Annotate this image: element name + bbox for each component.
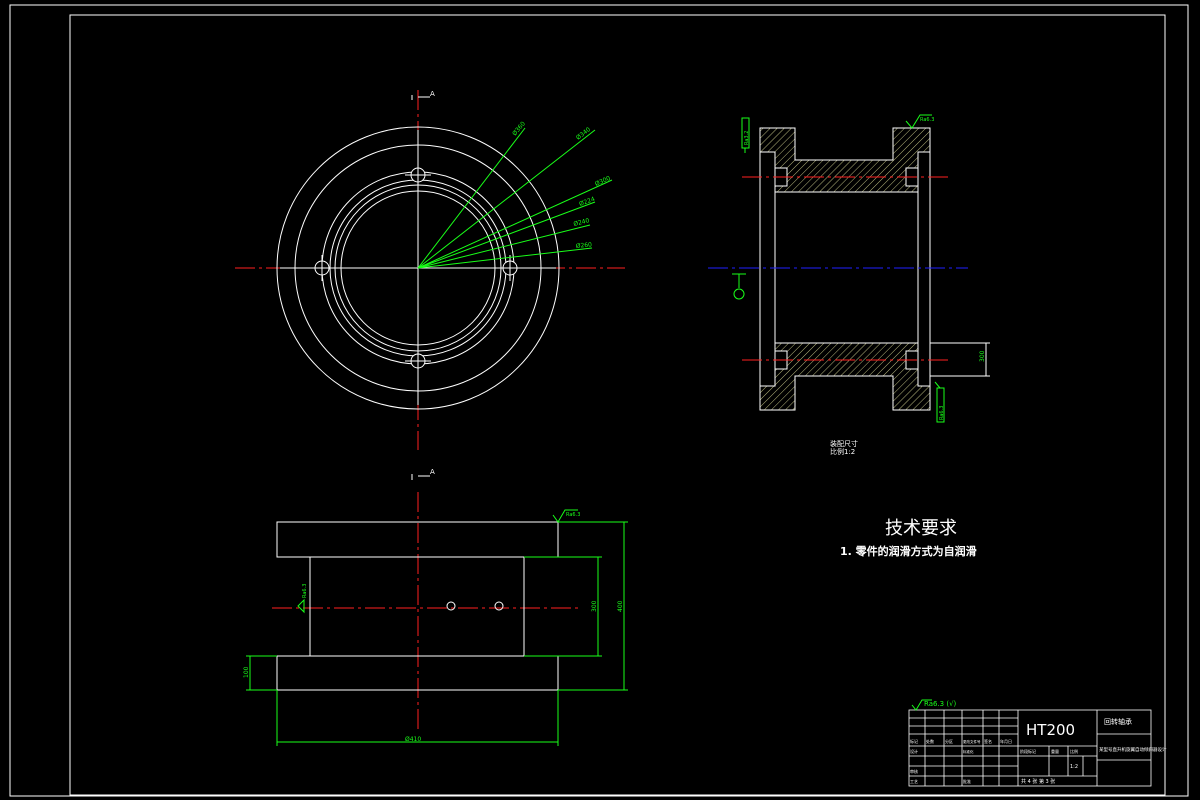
section-marker-bottom: A (430, 468, 435, 476)
center-body (309, 556, 525, 657)
label-check: 审核 (910, 768, 918, 774)
label-count: 处数 (926, 738, 934, 744)
label-design: 设计 (910, 748, 918, 754)
label-mark: 标记 (910, 738, 918, 744)
title-sheet: 共 4 张 第 3 张 (1021, 778, 1055, 785)
dim-front-4: Ø224 (578, 196, 596, 208)
title-material: HT200 (1026, 721, 1075, 739)
section-marker-top: A (430, 90, 435, 98)
label-process: 工艺 (910, 779, 918, 784)
side-section-view: 300 Ra6.3 Ra3.2 Ra6.3 装配尺寸 比例1:2 (708, 114, 990, 456)
dim-front-5: Ø240 (573, 217, 591, 228)
title-part-name: 回转轴承 (1104, 717, 1132, 726)
label-date: 年月日 (1000, 738, 1012, 744)
tech-requirements-item1: 1. 零件的润滑方式为自润滑 (840, 544, 977, 558)
side-roughness-bottom: Ra6.3 (939, 406, 945, 420)
label-weight: 重量 (1051, 748, 1059, 754)
side-note-line1: 装配尺寸 (830, 439, 858, 448)
title-scale: 1:2 (1070, 764, 1078, 770)
side-roughness-left: Ra3.2 (744, 131, 750, 145)
side-roughness-top: Ra6.3 (920, 117, 934, 123)
bottom-roughness: Ra6.3 (566, 512, 580, 518)
bottom-dim-outer: 400 (617, 600, 624, 612)
title-project: 某型号直升机旋翼自动倾斜器设计 (1099, 746, 1167, 753)
label-ratio: 比例 (1070, 748, 1078, 754)
label-stage-mark: 阶段标记 (1020, 748, 1036, 754)
bottom-dim-inner: 300 (591, 600, 598, 612)
bottom-roughness-left: Ra6.3 (302, 584, 308, 598)
side-dim-right: 300 (979, 350, 986, 362)
tech-requirements-title: 技术要求 (885, 518, 957, 539)
label-zone: 分区 (945, 738, 953, 744)
inner-border (69, 14, 1166, 796)
cad-drawing-canvas: A Ø360 Ø340 Ø300 Ø224 Ø240 Ø260 300 Ra6.… (9, 4, 1189, 797)
bottom-view: A 300 400 100 Ø410 Ra6.3 Ra6.3 (243, 468, 628, 746)
side-note-line2: 比例1:2 (830, 447, 855, 456)
label-change-doc: 更改文件号 (963, 739, 981, 744)
label-standardization: 标准化 (963, 749, 974, 754)
label-sign: 签名 (984, 738, 992, 744)
outer-border (9, 4, 1189, 797)
dim-front-3: Ø300 (594, 175, 612, 188)
front-view: A Ø360 Ø340 Ø300 Ø224 Ø240 Ø260 (235, 90, 625, 450)
label-approve: 批准 (963, 778, 971, 784)
title-roughness-note: Ra6.3 (√) (924, 700, 957, 708)
bottom-dim-flange: 100 (243, 666, 250, 678)
bottom-dim-width: Ø410 (405, 736, 421, 743)
